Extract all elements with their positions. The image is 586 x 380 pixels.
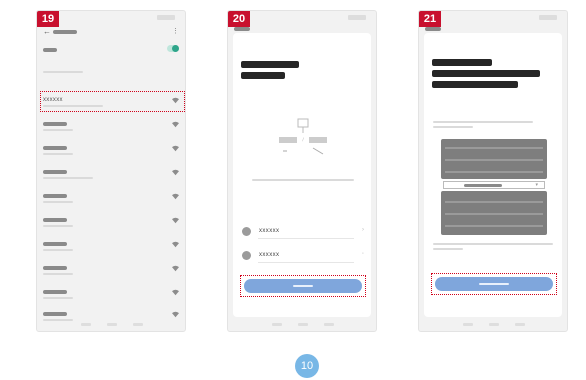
nav-recent-icon[interactable] xyxy=(324,323,334,326)
wifi-icon xyxy=(242,227,251,236)
selected-network-highlight xyxy=(40,91,185,112)
nav-bar xyxy=(228,319,376,331)
signal-icon xyxy=(348,15,366,20)
nav-recent-icon[interactable] xyxy=(515,323,525,326)
nav-back-icon[interactable] xyxy=(463,323,473,326)
lock-icon xyxy=(242,251,251,260)
network-status xyxy=(43,225,73,227)
wifi-name-value: xxxxxx xyxy=(259,228,280,234)
instruction-text-2 xyxy=(433,126,473,128)
phone-screen-connect-hotspot: 21 ▾ xyxy=(418,10,568,332)
settings-screenshot-bottom xyxy=(441,191,547,235)
wifi-lock-icon xyxy=(172,169,179,176)
network-row[interactable] xyxy=(41,141,183,161)
hotspot-selector: ▾ xyxy=(443,181,545,189)
network-row[interactable] xyxy=(41,117,183,137)
field-divider xyxy=(258,238,354,239)
network-name-blur xyxy=(43,290,67,294)
network-name-blur xyxy=(43,218,67,222)
connect-button-highlight xyxy=(431,273,557,295)
chevron-right-icon: › xyxy=(362,227,364,233)
wifi-lock-icon xyxy=(172,193,179,200)
note-text-2 xyxy=(433,248,463,250)
status-bar xyxy=(419,11,567,25)
wifi-lock-icon xyxy=(172,145,179,152)
wifi-lock-icon xyxy=(172,121,179,128)
network-status xyxy=(43,153,73,155)
nav-home-icon[interactable] xyxy=(107,323,117,326)
nav-home-icon[interactable] xyxy=(489,323,499,326)
network-name-blur xyxy=(43,312,67,316)
nav-bar xyxy=(419,319,567,331)
network-status xyxy=(43,129,73,131)
eye-icon[interactable]: ◦ xyxy=(362,251,364,257)
network-name-blur xyxy=(43,146,67,150)
network-name-blur xyxy=(43,242,67,246)
chevron-down-icon: ▾ xyxy=(535,182,538,188)
network-row[interactable] xyxy=(41,285,183,305)
nav-home-icon[interactable] xyxy=(298,323,308,326)
network-name-blur xyxy=(43,170,67,174)
step-badge: 19 xyxy=(37,11,59,27)
status-bar xyxy=(37,11,185,25)
svg-text:/: / xyxy=(302,137,304,142)
wifi-header: ← ⋮ xyxy=(43,27,179,39)
network-status xyxy=(43,177,93,179)
nav-recent-icon[interactable] xyxy=(133,323,143,326)
available-networks-label xyxy=(43,71,83,73)
network-name-blur xyxy=(43,266,67,270)
wlan-toggle-row[interactable] xyxy=(43,43,181,57)
phone-screen-enter-password: 20 / xxxxxx › xxxxxx ◦ xyxy=(227,10,377,332)
phone-screen-wifi-list: 19 ← ⋮ xxxxxx xyxy=(36,10,186,332)
network-name-blur xyxy=(43,194,67,198)
page-number: 10 xyxy=(295,354,319,378)
wifi-lock-icon xyxy=(172,289,179,296)
network-status xyxy=(43,297,73,299)
status-bar xyxy=(228,11,376,25)
next-button-highlight xyxy=(240,275,366,297)
network-row[interactable] xyxy=(41,165,183,185)
field-divider xyxy=(258,262,354,263)
nav-back-icon[interactable] xyxy=(81,323,91,326)
tip-text xyxy=(252,179,354,181)
wifi-lock-icon xyxy=(172,217,179,224)
network-row[interactable] xyxy=(41,261,183,281)
step-badge: 20 xyxy=(228,11,250,27)
nav-bar xyxy=(37,319,185,331)
more-icon[interactable]: ⋮ xyxy=(172,27,179,35)
wifi-name-field[interactable]: xxxxxx › xyxy=(242,225,364,239)
wifi-lock-icon xyxy=(172,265,179,272)
nav-back-icon[interactable] xyxy=(272,323,282,326)
enter-wifi-password-heading xyxy=(241,61,301,83)
network-status xyxy=(43,249,73,251)
network-row[interactable] xyxy=(41,213,183,233)
network-row[interactable] xyxy=(41,189,183,209)
connect-hotspot-heading xyxy=(432,59,554,92)
password-value: xxxxxx xyxy=(259,252,280,258)
instruction-text xyxy=(433,121,533,123)
network-status xyxy=(43,273,73,275)
signal-icon xyxy=(157,15,175,20)
note-text xyxy=(433,243,553,245)
network-name-blur xyxy=(43,122,67,126)
back-arrow-icon[interactable]: ← xyxy=(43,27,51,36)
wifi-lock-icon xyxy=(172,311,179,318)
step-badge: 21 xyxy=(419,11,441,27)
password-field[interactable]: xxxxxx ◦ xyxy=(242,249,364,263)
network-status xyxy=(43,201,73,203)
wlan-toggle[interactable] xyxy=(167,45,179,52)
wlan-label xyxy=(43,48,57,52)
settings-screenshot-top xyxy=(441,139,547,179)
network-row[interactable] xyxy=(41,237,183,257)
router-wifi-diagram-icon: / xyxy=(279,118,327,155)
signal-icon xyxy=(539,15,557,20)
wifi-lock-icon xyxy=(172,241,179,248)
wifi-title xyxy=(53,30,77,34)
